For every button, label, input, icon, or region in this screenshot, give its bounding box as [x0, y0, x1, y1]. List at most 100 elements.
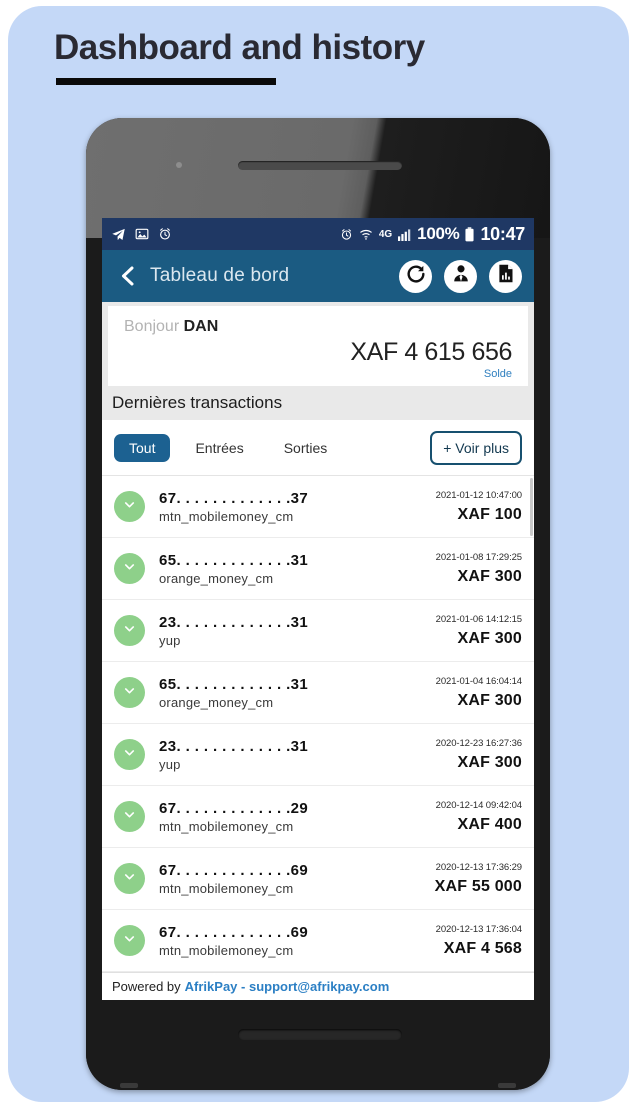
- document-chart-icon: [495, 263, 516, 289]
- chevron-down-icon: [122, 497, 137, 517]
- transaction-number: 65. . . . . . . . . . . . .31: [159, 551, 309, 569]
- transaction-number: 23. . . . . . . . . . . . .31: [159, 737, 309, 755]
- section-header: Dernières transactions: [102, 386, 534, 420]
- transaction-meta: 2020-12-23 16:27:36 XAF 300: [436, 738, 522, 772]
- transaction-row[interactable]: 67. . . . . . . . . . . . .69 mtn_mobilem…: [102, 848, 534, 910]
- footer-prefix: Powered by: [112, 979, 181, 994]
- chevron-down-icon: [122, 621, 137, 641]
- transaction-row[interactable]: 23. . . . . . . . . . . . .31 yup 2021-01-…: [102, 600, 534, 662]
- transaction-list[interactable]: 67. . . . . . . . . . . . .37 mtn_mobilem…: [102, 476, 534, 1000]
- transaction-provider: mtn_mobilemoney_cm: [159, 508, 294, 524]
- transaction-meta: 2021-01-08 17:29:25 XAF 300: [436, 552, 522, 586]
- transaction-info: 67. . . . . . . . . . . . .37 mtn_mobilem…: [159, 490, 308, 524]
- transaction-direction-badge[interactable]: [114, 615, 145, 646]
- chevron-down-icon: [122, 807, 137, 827]
- transaction-meta: 2021-01-06 14:12:15 XAF 300: [436, 614, 522, 648]
- battery-full-icon: [465, 226, 475, 242]
- screen-footer: Powered by AfrikPay - support@afrikpay.c…: [102, 972, 534, 1000]
- transaction-row[interactable]: 65. . . . . . . . . . . . .31 orange_mone…: [102, 538, 534, 600]
- app-bar: Tableau de bord: [102, 250, 534, 302]
- clock-label: 10:47: [480, 223, 525, 244]
- transaction-number: 65. . . . . . . . . . . . .31: [159, 675, 309, 693]
- transaction-date: 2021-01-08 17:29:25: [435, 551, 522, 563]
- filter-tab-sorties[interactable]: Sorties: [269, 434, 343, 462]
- transaction-provider: yup: [159, 632, 181, 648]
- page-title: Dashboard and history: [54, 28, 425, 67]
- transaction-row[interactable]: 67. . . . . . . . . . . . .69 mtn_mobilem…: [102, 910, 534, 972]
- signal-bars-icon: [398, 228, 411, 241]
- transaction-number: 67. . . . . . . . . . . . .69: [159, 861, 309, 879]
- transaction-info: 67. . . . . . . . . . . . .69 mtn_mobilem…: [159, 924, 308, 958]
- bottom-speaker-grille: [238, 1029, 402, 1040]
- wifi-icon: [359, 228, 373, 241]
- transaction-amount: XAF 300: [457, 629, 522, 647]
- transaction-info: 65. . . . . . . . . . . . .31 orange_mone…: [159, 676, 308, 710]
- transaction-amount: XAF 55 000: [434, 877, 522, 895]
- page-title-block: Dashboard and history: [54, 28, 425, 86]
- phone-mockup: 4G 100% 10:47 Tableau de bord Bonjour DA…: [86, 118, 550, 1090]
- transaction-meta: 2021-01-12 10:47:00 XAF 100: [436, 490, 522, 524]
- transaction-info: 67. . . . . . . . . . . . .29 mtn_mobilem…: [159, 800, 308, 834]
- chevron-down-icon: [122, 745, 137, 765]
- transaction-date: 2021-01-04 16:04:14: [435, 675, 522, 687]
- transaction-info: 65. . . . . . . . . . . . .31 orange_mone…: [159, 552, 308, 586]
- transaction-row[interactable]: 23. . . . . . . . . . . . .31 yup 2020-12-…: [102, 724, 534, 786]
- transaction-amount: XAF 400: [457, 815, 522, 833]
- earpiece-speaker: [238, 161, 402, 170]
- transaction-direction-badge[interactable]: [114, 925, 145, 956]
- transaction-amount: XAF 300: [457, 753, 522, 771]
- chevron-down-icon: [122, 683, 137, 703]
- chevron-down-icon: [122, 559, 137, 579]
- transaction-direction-badge[interactable]: [114, 863, 145, 894]
- balance-caption: Solde: [483, 368, 512, 380]
- list-scrollbar[interactable]: [530, 478, 533, 536]
- transaction-number: 67. . . . . . . . . . . . .69: [159, 923, 309, 941]
- transaction-provider: mtn_mobilemoney_cm: [159, 880, 294, 896]
- transaction-row[interactable]: 67. . . . . . . . . . . . .37 mtn_mobilem…: [102, 476, 534, 538]
- transaction-provider: orange_money_cm: [159, 570, 274, 586]
- transaction-meta: 2020-12-13 17:36:04 XAF 4 568: [436, 924, 522, 958]
- footer-support-link[interactable]: AfrikPay - support@afrikpay.com: [185, 979, 390, 994]
- transaction-direction-badge[interactable]: [114, 677, 145, 708]
- transaction-date: 2021-01-12 10:47:00: [435, 489, 522, 501]
- transaction-provider: mtn_mobilemoney_cm: [159, 818, 294, 834]
- filter-bar: Tout Entrées Sorties + Voir plus: [102, 420, 534, 476]
- telegram-send-icon: [111, 227, 126, 242]
- phone-foot-right: [498, 1083, 516, 1088]
- profile-button[interactable]: [444, 259, 477, 293]
- transaction-meta: 2020-12-14 09:42:04 XAF 400: [436, 800, 522, 834]
- image-icon: [135, 227, 149, 241]
- back-button[interactable]: [114, 265, 140, 287]
- phone-bottom-bezel: [86, 985, 550, 1090]
- balance-zone: Bonjour DAN XAF 4 615 656 Solde: [102, 302, 534, 386]
- status-bar-right: 4G 100% 10:47: [340, 224, 525, 245]
- balance-card: Bonjour DAN XAF 4 615 656 Solde: [108, 306, 528, 386]
- transaction-amount: XAF 300: [457, 567, 522, 585]
- reports-button[interactable]: [489, 259, 522, 293]
- transaction-direction-badge[interactable]: [114, 553, 145, 584]
- filter-tab-tout[interactable]: Tout: [114, 433, 171, 462]
- phone-screen: 4G 100% 10:47 Tableau de bord Bonjour DA…: [102, 218, 534, 1000]
- page-root: Dashboard and history 4G 100% 10:47 Tabl…: [0, 0, 637, 1110]
- transaction-direction-badge[interactable]: [114, 491, 145, 522]
- transaction-row[interactable]: 67. . . . . . . . . . . . .29 mtn_mobilem…: [102, 786, 534, 848]
- transaction-number: 67. . . . . . . . . . . . .37: [159, 489, 309, 507]
- balance-amount: XAF 4 615 656: [350, 338, 512, 366]
- transaction-amount: XAF 100: [457, 505, 522, 523]
- transaction-direction-badge[interactable]: [114, 739, 145, 770]
- transaction-provider: orange_money_cm: [159, 694, 274, 710]
- front-camera-icon: [176, 162, 182, 168]
- phone-top-bezel: [86, 118, 550, 218]
- transaction-row[interactable]: 65. . . . . . . . . . . . .31 orange_mone…: [102, 662, 534, 724]
- transaction-direction-badge[interactable]: [114, 801, 145, 832]
- alarm-clock-icon: [340, 228, 353, 241]
- refresh-button[interactable]: [399, 259, 432, 293]
- transaction-amount: XAF 300: [457, 691, 522, 709]
- transaction-date: 2020-12-14 09:42:04: [435, 799, 522, 811]
- greeting-label: Bonjour: [124, 318, 180, 335]
- filter-tab-entrees[interactable]: Entrées: [180, 434, 258, 462]
- see-more-button[interactable]: + Voir plus: [430, 430, 522, 465]
- network-type-label: 4G: [378, 228, 393, 240]
- transaction-number: 23. . . . . . . . . . . . .31: [159, 613, 309, 631]
- chevron-down-icon: [122, 869, 137, 889]
